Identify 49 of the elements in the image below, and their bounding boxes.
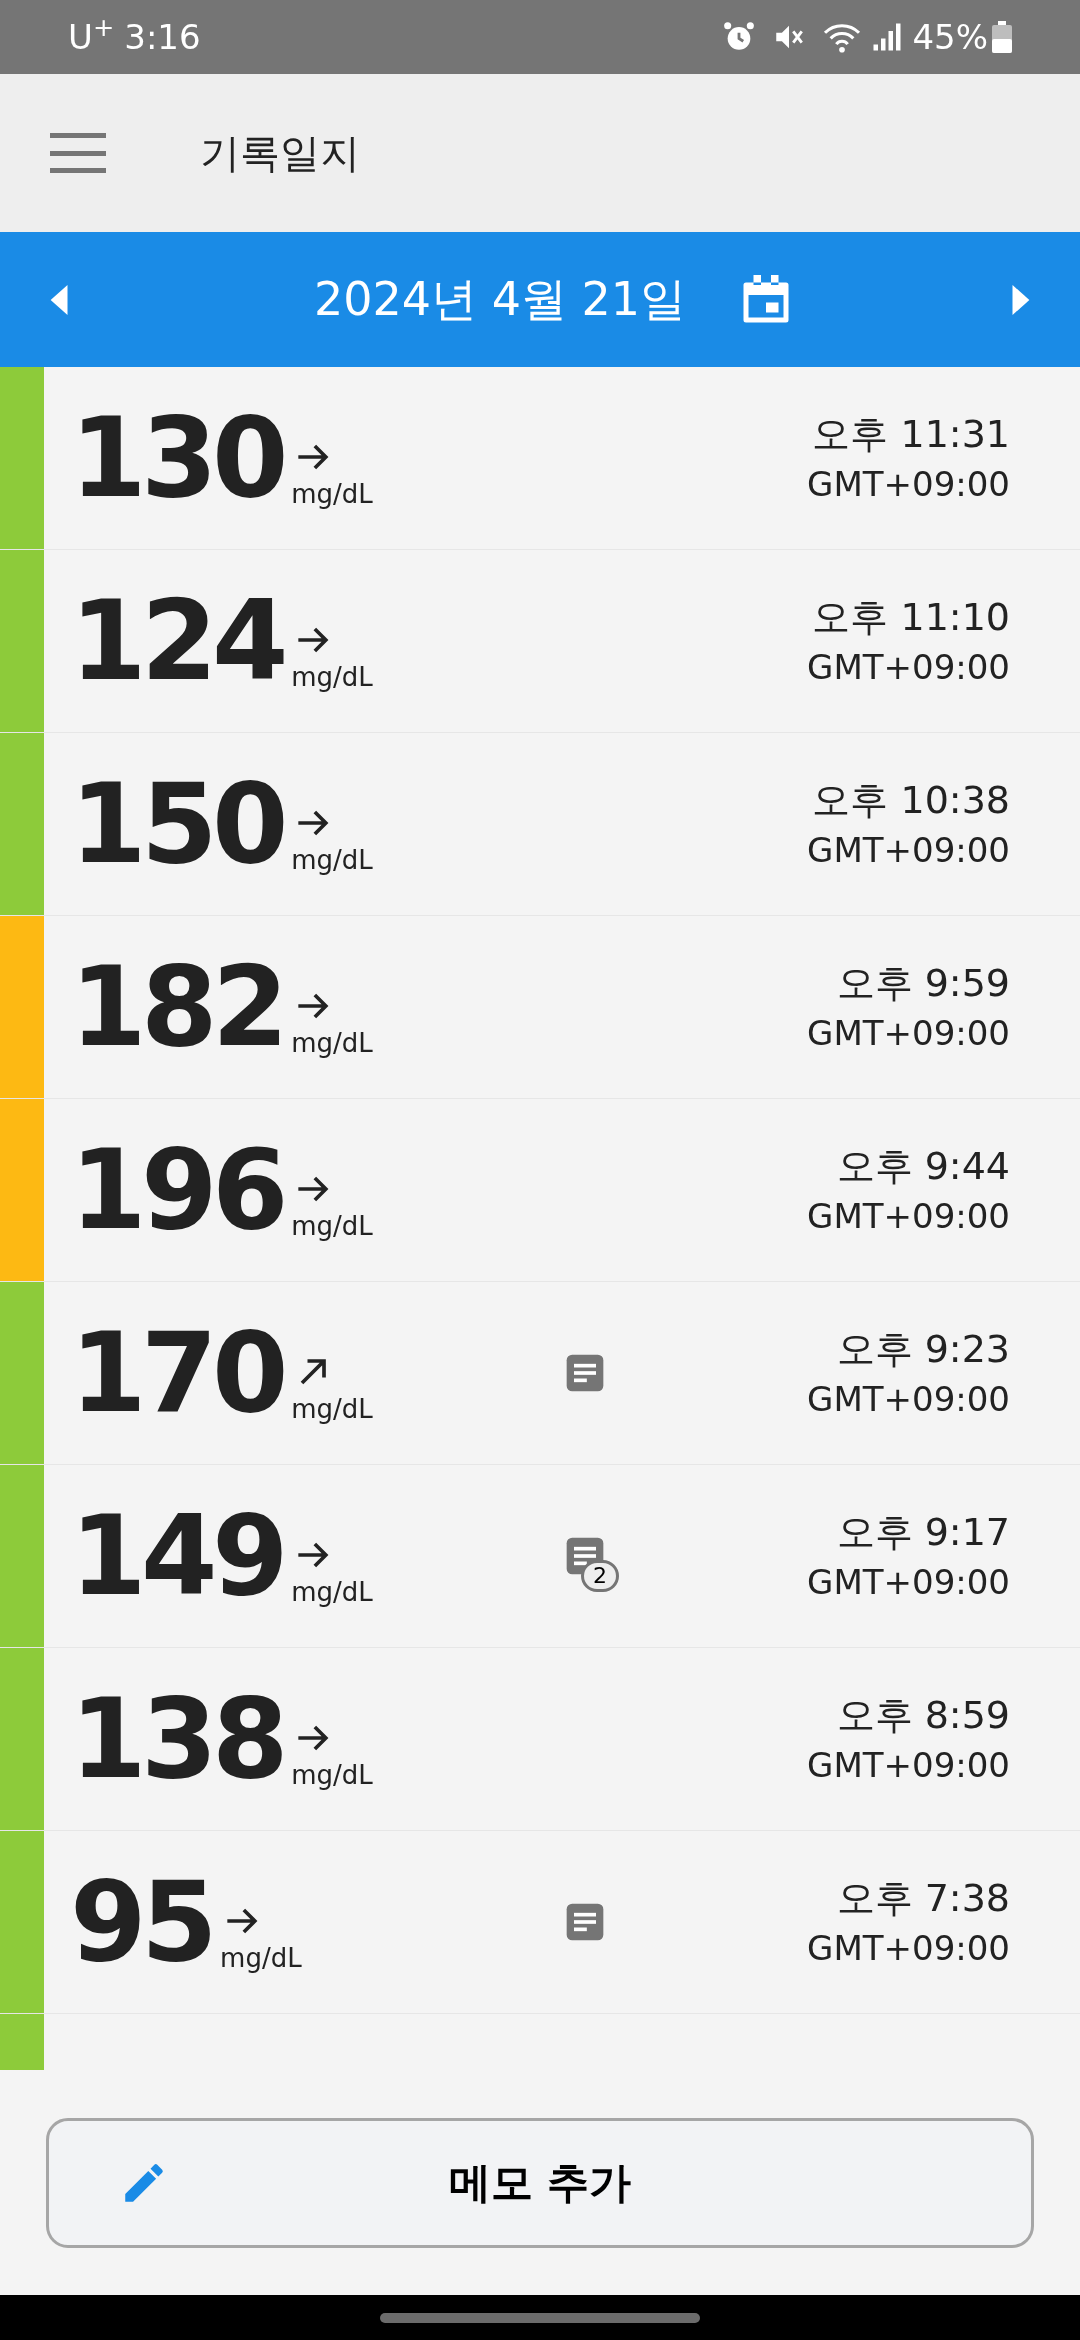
unit-label: mg/dL [291, 481, 373, 507]
timezone-label: GMT+09:00 [807, 1377, 1010, 1420]
battery-percent: 45% [912, 15, 988, 59]
time-label: 오후 9:17 [836, 1509, 1010, 1556]
timezone-label: GMT+09:00 [807, 1011, 1010, 1054]
time-label: 오후 9:59 [836, 960, 1010, 1007]
time-label: 오후 9:23 [836, 1326, 1010, 1373]
unit-label: mg/dL [220, 1945, 302, 1971]
unit-label: mg/dL [291, 1762, 373, 1788]
glucose-value: 149 [70, 1501, 284, 1611]
timezone-label: GMT+09:00 [807, 462, 1010, 505]
menu-button[interactable] [50, 133, 106, 173]
time-label: 오후 10:38 [812, 777, 1010, 824]
date-label: 2024년 4월 21일 [313, 271, 687, 328]
unit-label: mg/dL [291, 664, 373, 690]
previous-day-button[interactable] [50, 284, 70, 315]
glucose-value: 196 [70, 1135, 284, 1245]
time-label: 오후 11:10 [812, 594, 1010, 641]
unit-label: mg/dL [291, 1396, 373, 1422]
glucose-value: 130 [70, 403, 284, 513]
carrier-label: U$^{+}$ [68, 11, 115, 59]
time-label: 오후 11:31 [812, 411, 1010, 458]
timezone-label: GMT+09:00 [807, 645, 1010, 688]
time-label: 오후 7:38 [836, 1875, 1010, 1922]
add-memo-button[interactable]: 메모 추가 [46, 2117, 1034, 2248]
glucose-value: 95 [70, 1867, 213, 1977]
unit-label: mg/dL [291, 1213, 373, 1239]
home-indicator[interactable] [380, 2312, 700, 2323]
glucose-value: 182 [70, 952, 284, 1062]
glucose-value: 170 [70, 1318, 284, 1428]
timezone-label: GMT+09:00 [807, 828, 1010, 871]
clock: 3:16 [124, 15, 201, 59]
glucose-value: 124 [70, 586, 284, 696]
signal-icon [872, 22, 903, 52]
screen-title: 기록일지 [200, 129, 360, 178]
time-label: 오후 9:44 [836, 1143, 1010, 1190]
timezone-label: GMT+09:00 [807, 1194, 1010, 1237]
glucose-value: 138 [70, 1684, 284, 1794]
unit-label: mg/dL [291, 1030, 373, 1056]
unit-label: mg/dL [291, 847, 373, 873]
timezone-label: GMT+09:00 [807, 1560, 1010, 1603]
time-label: 오후 8:59 [836, 1692, 1010, 1739]
timezone-label: GMT+09:00 [807, 1926, 1010, 1969]
memo-count-badge: 2 [581, 1560, 619, 1592]
battery-icon [992, 21, 1012, 53]
unit-label: mg/dL [291, 1579, 373, 1605]
timezone-label: GMT+09:00 [807, 1743, 1010, 1786]
next-day-button[interactable] [1010, 284, 1030, 315]
glucose-value: 150 [70, 769, 284, 879]
